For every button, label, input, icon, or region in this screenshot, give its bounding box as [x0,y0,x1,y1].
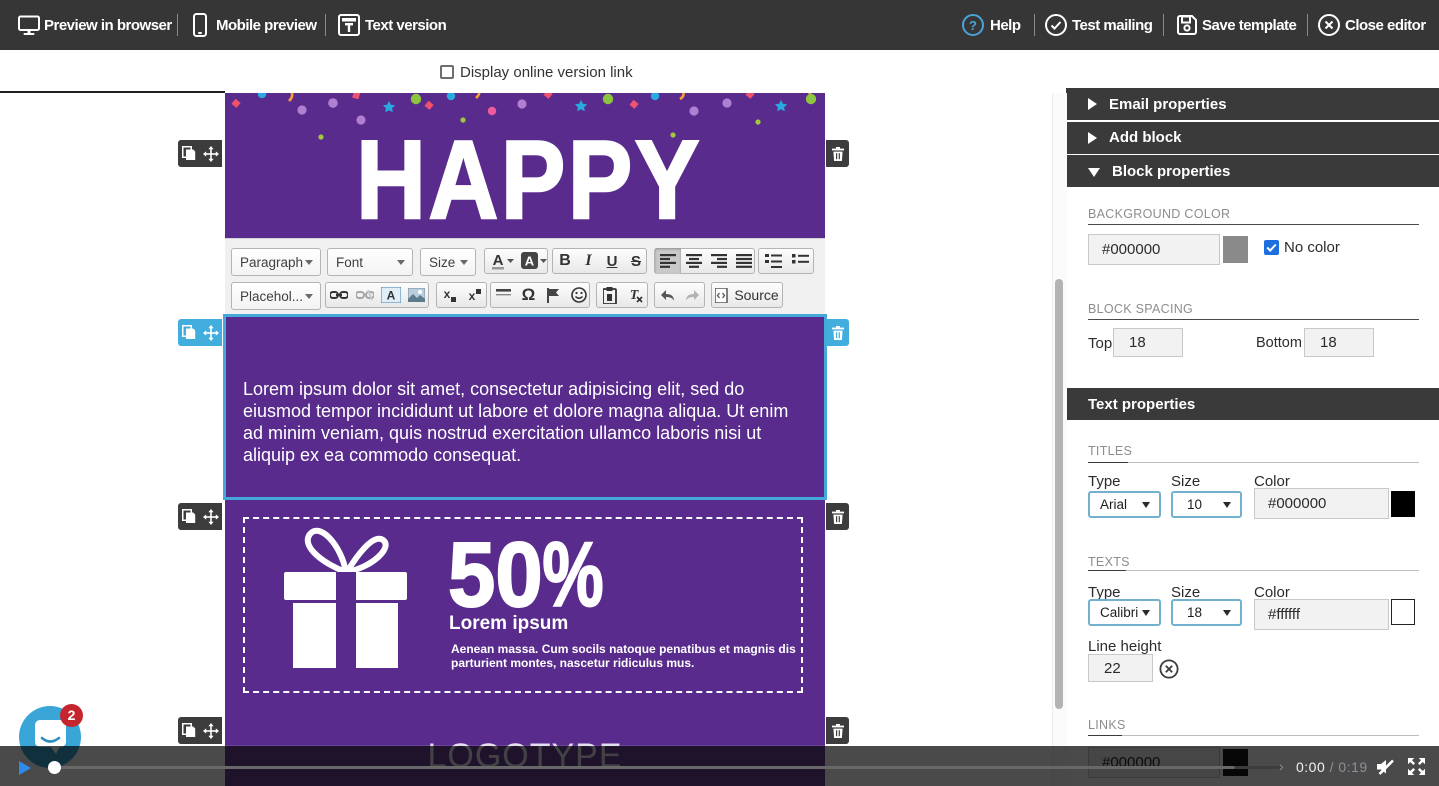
svg-text:x: x [443,288,450,301]
svg-text:A: A [493,252,504,269]
svg-text:?: ? [969,18,977,33]
svg-text:x: x [468,289,475,303]
svg-text:A: A [387,289,396,303]
svg-text:A: A [525,254,535,269]
